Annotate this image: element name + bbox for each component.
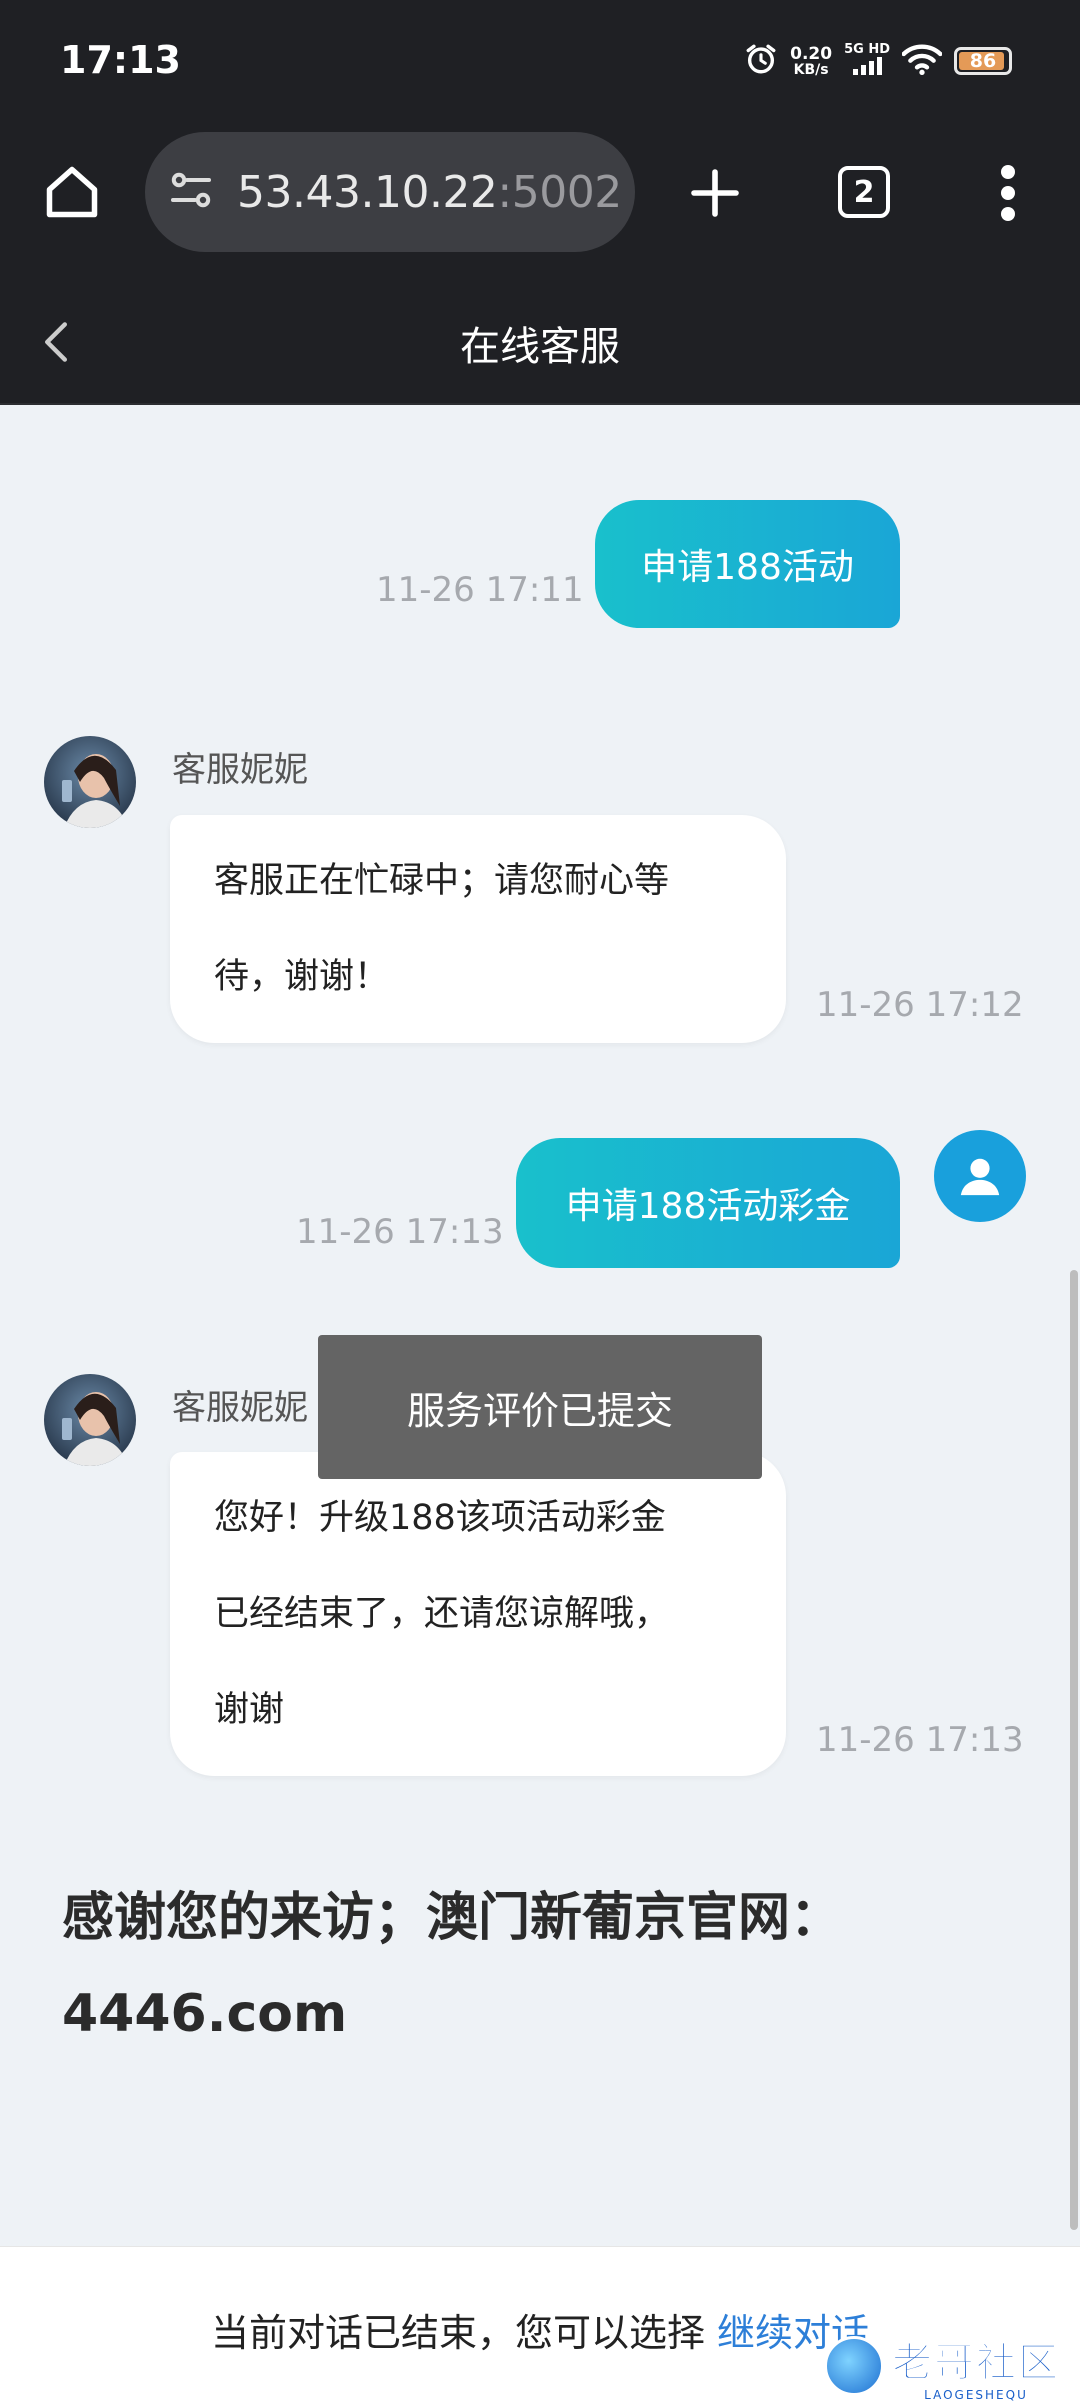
watermark-text: 老哥社区 LAOGESHEQU <box>892 2330 1060 2403</box>
plus-icon <box>691 169 739 217</box>
net-speed: 0.20 KB/s <box>790 45 832 78</box>
agent-avatar <box>44 736 136 828</box>
address-bar[interactable]: 53.43.10.22:5002 <box>145 132 635 252</box>
ended-label: 当前对话已结束，您可以选择 <box>210 2311 718 2355</box>
status-bar: 17:13 0.20 KB/s 5G HD 86 <box>0 0 1080 120</box>
chat-header: 在线客服 <box>0 280 1080 405</box>
watermark-logo: 老哥社区 LAOGESHEQU <box>824 2330 1060 2402</box>
message-line: 客服正在忙碌中；请您耐心等 <box>214 861 670 901</box>
toast-notification: 服务评价已提交 <box>318 1335 762 1479</box>
user-avatar <box>934 1130 1026 1222</box>
message-line: 谢谢 <box>214 1690 285 1730</box>
battery-level: 86 <box>969 50 997 72</box>
message-time: 11-26 17:12 <box>816 985 1024 1025</box>
more-menu-button[interactable] <box>978 158 1038 228</box>
battery-icon: 86 <box>954 47 1012 75</box>
agent-name: 客服妮妮 <box>172 750 308 790</box>
outgoing-message[interactable]: 申请188活动彩金 <box>516 1138 900 1268</box>
user-icon <box>960 1158 1000 1196</box>
url-port: :5002 <box>497 166 622 218</box>
home-icon <box>46 166 98 218</box>
net-speed-unit: KB/s <box>793 61 829 78</box>
new-tab-button[interactable] <box>680 158 750 228</box>
message-time: 11-26 17:13 <box>296 1212 504 1252</box>
message-time: 11-26 17:11 <box>376 570 584 610</box>
wifi-icon <box>901 42 943 80</box>
agent-avatar <box>44 1374 136 1466</box>
site-settings-icon[interactable] <box>167 166 215 218</box>
browser-toolbar: 53.43.10.22:5002 2 <box>0 120 1080 280</box>
net-type-label: 5G HD <box>844 42 890 57</box>
status-time: 17:13 <box>60 38 181 82</box>
watermark-sub: LAOGESHEQU <box>924 2388 1028 2402</box>
incoming-message[interactable]: 客服正在忙碌中；请您耐心等 待，谢谢！ <box>170 815 786 1043</box>
net-speed-value: 0.20 <box>790 43 833 64</box>
watermark-icon <box>824 2336 884 2396</box>
status-icons: 0.20 KB/s 5G HD 86 <box>744 42 1012 80</box>
more-vertical-icon <box>1001 165 1015 221</box>
closing-line: 感谢您的来访；澳门新葡京官网： <box>62 1888 843 1948</box>
closing-line: 4446.com <box>62 1984 348 2044</box>
closing-message: 感谢您的来访；澳门新葡京官网： 4446.com <box>62 1870 1012 2062</box>
scrollbar[interactable] <box>1070 1270 1078 2230</box>
home-button[interactable] <box>40 160 104 224</box>
tab-switcher-button[interactable]: 2 <box>838 166 890 218</box>
signal-icon <box>852 57 883 79</box>
agent-name: 客服妮妮 <box>172 1388 308 1428</box>
message-time: 11-26 17:13 <box>816 1720 1024 1760</box>
incoming-message[interactable]: 您好！升级188该项活动彩金 已经结束了，还请您谅解哦， 谢谢 <box>170 1452 786 1776</box>
message-line: 已经结束了，还请您谅解哦， <box>214 1594 670 1634</box>
message-line: 待，谢谢！ <box>214 957 390 997</box>
alarm-icon <box>744 42 778 80</box>
url-text: 53.43.10.22:5002 <box>237 167 622 218</box>
message-line: 您好！升级188该项活动彩金 <box>214 1498 666 1538</box>
page-title: 在线客服 <box>460 324 620 370</box>
watermark-main: 老哥社区 <box>892 2340 1060 2387</box>
signal-group: 5G HD <box>844 43 890 79</box>
outgoing-message[interactable]: 申请188活动 <box>595 500 900 628</box>
url-host: 53.43.10.22 <box>237 166 498 218</box>
